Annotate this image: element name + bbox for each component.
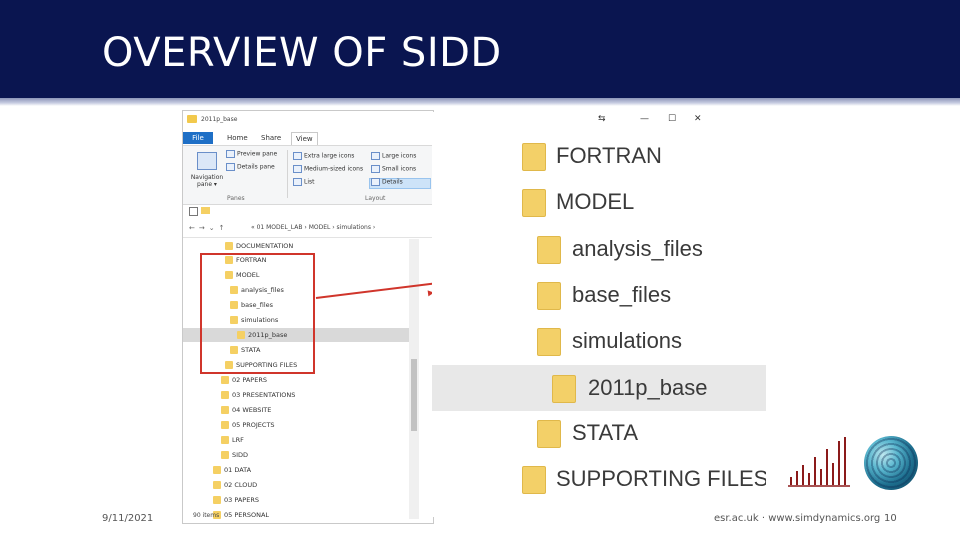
layout-group-label: Layout bbox=[365, 195, 386, 202]
folder-icon bbox=[201, 207, 210, 214]
zoomed-folder-view: ⇆ — ☐ ✕ FORTRAN MODEL analysis_files bas… bbox=[432, 112, 766, 517]
zoom-item[interactable]: FORTRAN bbox=[432, 133, 766, 179]
layout-list[interactable]: List bbox=[293, 178, 315, 186]
folder-icon bbox=[187, 115, 197, 123]
restore-icon[interactable]: ⇆ bbox=[598, 114, 606, 124]
tree-item[interactable]: 05 PROJECTS bbox=[221, 418, 275, 432]
folder-icon bbox=[537, 420, 561, 448]
footer-page-number: 10 bbox=[884, 513, 897, 524]
folder-icon bbox=[213, 466, 221, 474]
tab-share[interactable]: Share bbox=[257, 132, 285, 144]
tree-item[interactable]: DOCUMENTATION bbox=[225, 239, 293, 253]
folder-icon bbox=[213, 481, 221, 489]
folder-icon bbox=[221, 391, 229, 399]
navigation-pane-icon bbox=[197, 152, 217, 170]
tree-item[interactable]: 05 PERSONAL bbox=[213, 508, 269, 522]
header-divider bbox=[0, 98, 960, 106]
zoom-item[interactable]: SUPPORTING FILES bbox=[432, 456, 766, 502]
zoom-item[interactable]: analysis_files bbox=[432, 226, 766, 272]
folder-icon bbox=[552, 375, 576, 403]
footer-date: 9/11/2021 bbox=[102, 513, 154, 524]
zoom-item[interactable]: STATA bbox=[432, 410, 766, 456]
panes-group-label: Panes bbox=[227, 195, 245, 202]
address-bar[interactable]: ←→⌄↑ « 01 MODEL_LAB › MODEL › simulation… bbox=[183, 219, 433, 238]
status-bar-count: 90 items bbox=[193, 512, 220, 519]
slide-header: OVERVIEW OF SIDD bbox=[0, 0, 960, 100]
explorer-titlebar: 2011p_base bbox=[183, 111, 433, 130]
ribbon-tabs: File Home Share View bbox=[183, 129, 433, 145]
folder-icon bbox=[221, 421, 229, 429]
folder-icon bbox=[537, 282, 561, 310]
layout-details[interactable]: Details bbox=[371, 178, 403, 186]
zoom-item[interactable]: MODEL bbox=[432, 179, 766, 225]
ribbon-panel: Navigation pane ▾ Preview pane Details p… bbox=[183, 145, 433, 205]
layout-small-icons[interactable]: Small icons bbox=[371, 165, 416, 173]
tree-scrollbar[interactable] bbox=[409, 239, 419, 519]
ribbon-divider bbox=[287, 150, 288, 198]
tree-item[interactable]: 01 DATA bbox=[213, 463, 251, 477]
simdynamics-logo bbox=[788, 437, 850, 487]
slide-title: OVERVIEW OF SIDD bbox=[102, 30, 502, 76]
folder-icon bbox=[225, 242, 233, 250]
details-pane-button[interactable]: Details pane bbox=[226, 163, 275, 171]
tree-item[interactable]: 02 CLOUD bbox=[213, 478, 257, 492]
folder-icon bbox=[221, 436, 229, 444]
tree-item[interactable]: LRF bbox=[221, 433, 244, 447]
navigation-pane-button[interactable]: Navigation pane ▾ bbox=[187, 152, 223, 192]
sphere-logo bbox=[864, 436, 918, 490]
tree-item[interactable]: 02 PAPERS bbox=[221, 373, 267, 387]
folder-icon bbox=[537, 328, 561, 356]
layout-medium-icons[interactable]: Medium-sized icons bbox=[293, 165, 363, 173]
layout-large-icons[interactable]: Large icons bbox=[371, 152, 416, 160]
zoom-item-selected[interactable]: 2011p_base bbox=[432, 365, 766, 411]
maximize-icon[interactable]: ☐ bbox=[668, 114, 676, 124]
folder-icon bbox=[221, 451, 229, 459]
address-path: « 01 MODEL_LAB › MODEL › simulations › bbox=[251, 224, 376, 231]
zoom-item[interactable]: base_files bbox=[432, 272, 766, 318]
explorer-window-title: 2011p_base bbox=[201, 116, 238, 123]
tree-item[interactable]: SIDD bbox=[221, 448, 248, 462]
tree-item[interactable]: 03 PRESENTATIONS bbox=[221, 388, 295, 402]
scrollbar-thumb[interactable] bbox=[411, 359, 417, 431]
tree-item[interactable]: 04 WEBSITE bbox=[221, 403, 271, 417]
folder-icon bbox=[522, 143, 546, 171]
folder-icon bbox=[221, 376, 229, 384]
tab-file[interactable]: File bbox=[183, 132, 213, 144]
navigation-arrows-icon[interactable]: ←→⌄↑ bbox=[189, 224, 228, 232]
tab-home[interactable]: Home bbox=[223, 132, 252, 144]
quick-access-toolbar bbox=[183, 204, 433, 218]
navigation-pane-label: Navigation pane ▾ bbox=[190, 174, 224, 188]
preview-pane-button[interactable]: Preview pane bbox=[226, 150, 277, 158]
layout-extra-large-icons[interactable]: Extra large icons bbox=[293, 152, 354, 160]
close-icon[interactable]: ✕ bbox=[694, 114, 702, 124]
highlight-box bbox=[200, 253, 315, 374]
folder-icon bbox=[522, 466, 546, 494]
folder-icon bbox=[522, 189, 546, 217]
checkbox-icon[interactable] bbox=[189, 207, 198, 216]
footer-website: esr.ac.uk · www.simdynamics.org bbox=[714, 513, 881, 524]
minimize-icon[interactable]: — bbox=[640, 114, 649, 124]
folder-icon bbox=[537, 236, 561, 264]
tab-view[interactable]: View bbox=[291, 132, 318, 145]
tree-item[interactable]: 03 PAPERS bbox=[213, 493, 259, 507]
zoom-item[interactable]: simulations bbox=[432, 318, 766, 364]
folder-icon bbox=[221, 406, 229, 414]
folder-icon bbox=[213, 496, 221, 504]
